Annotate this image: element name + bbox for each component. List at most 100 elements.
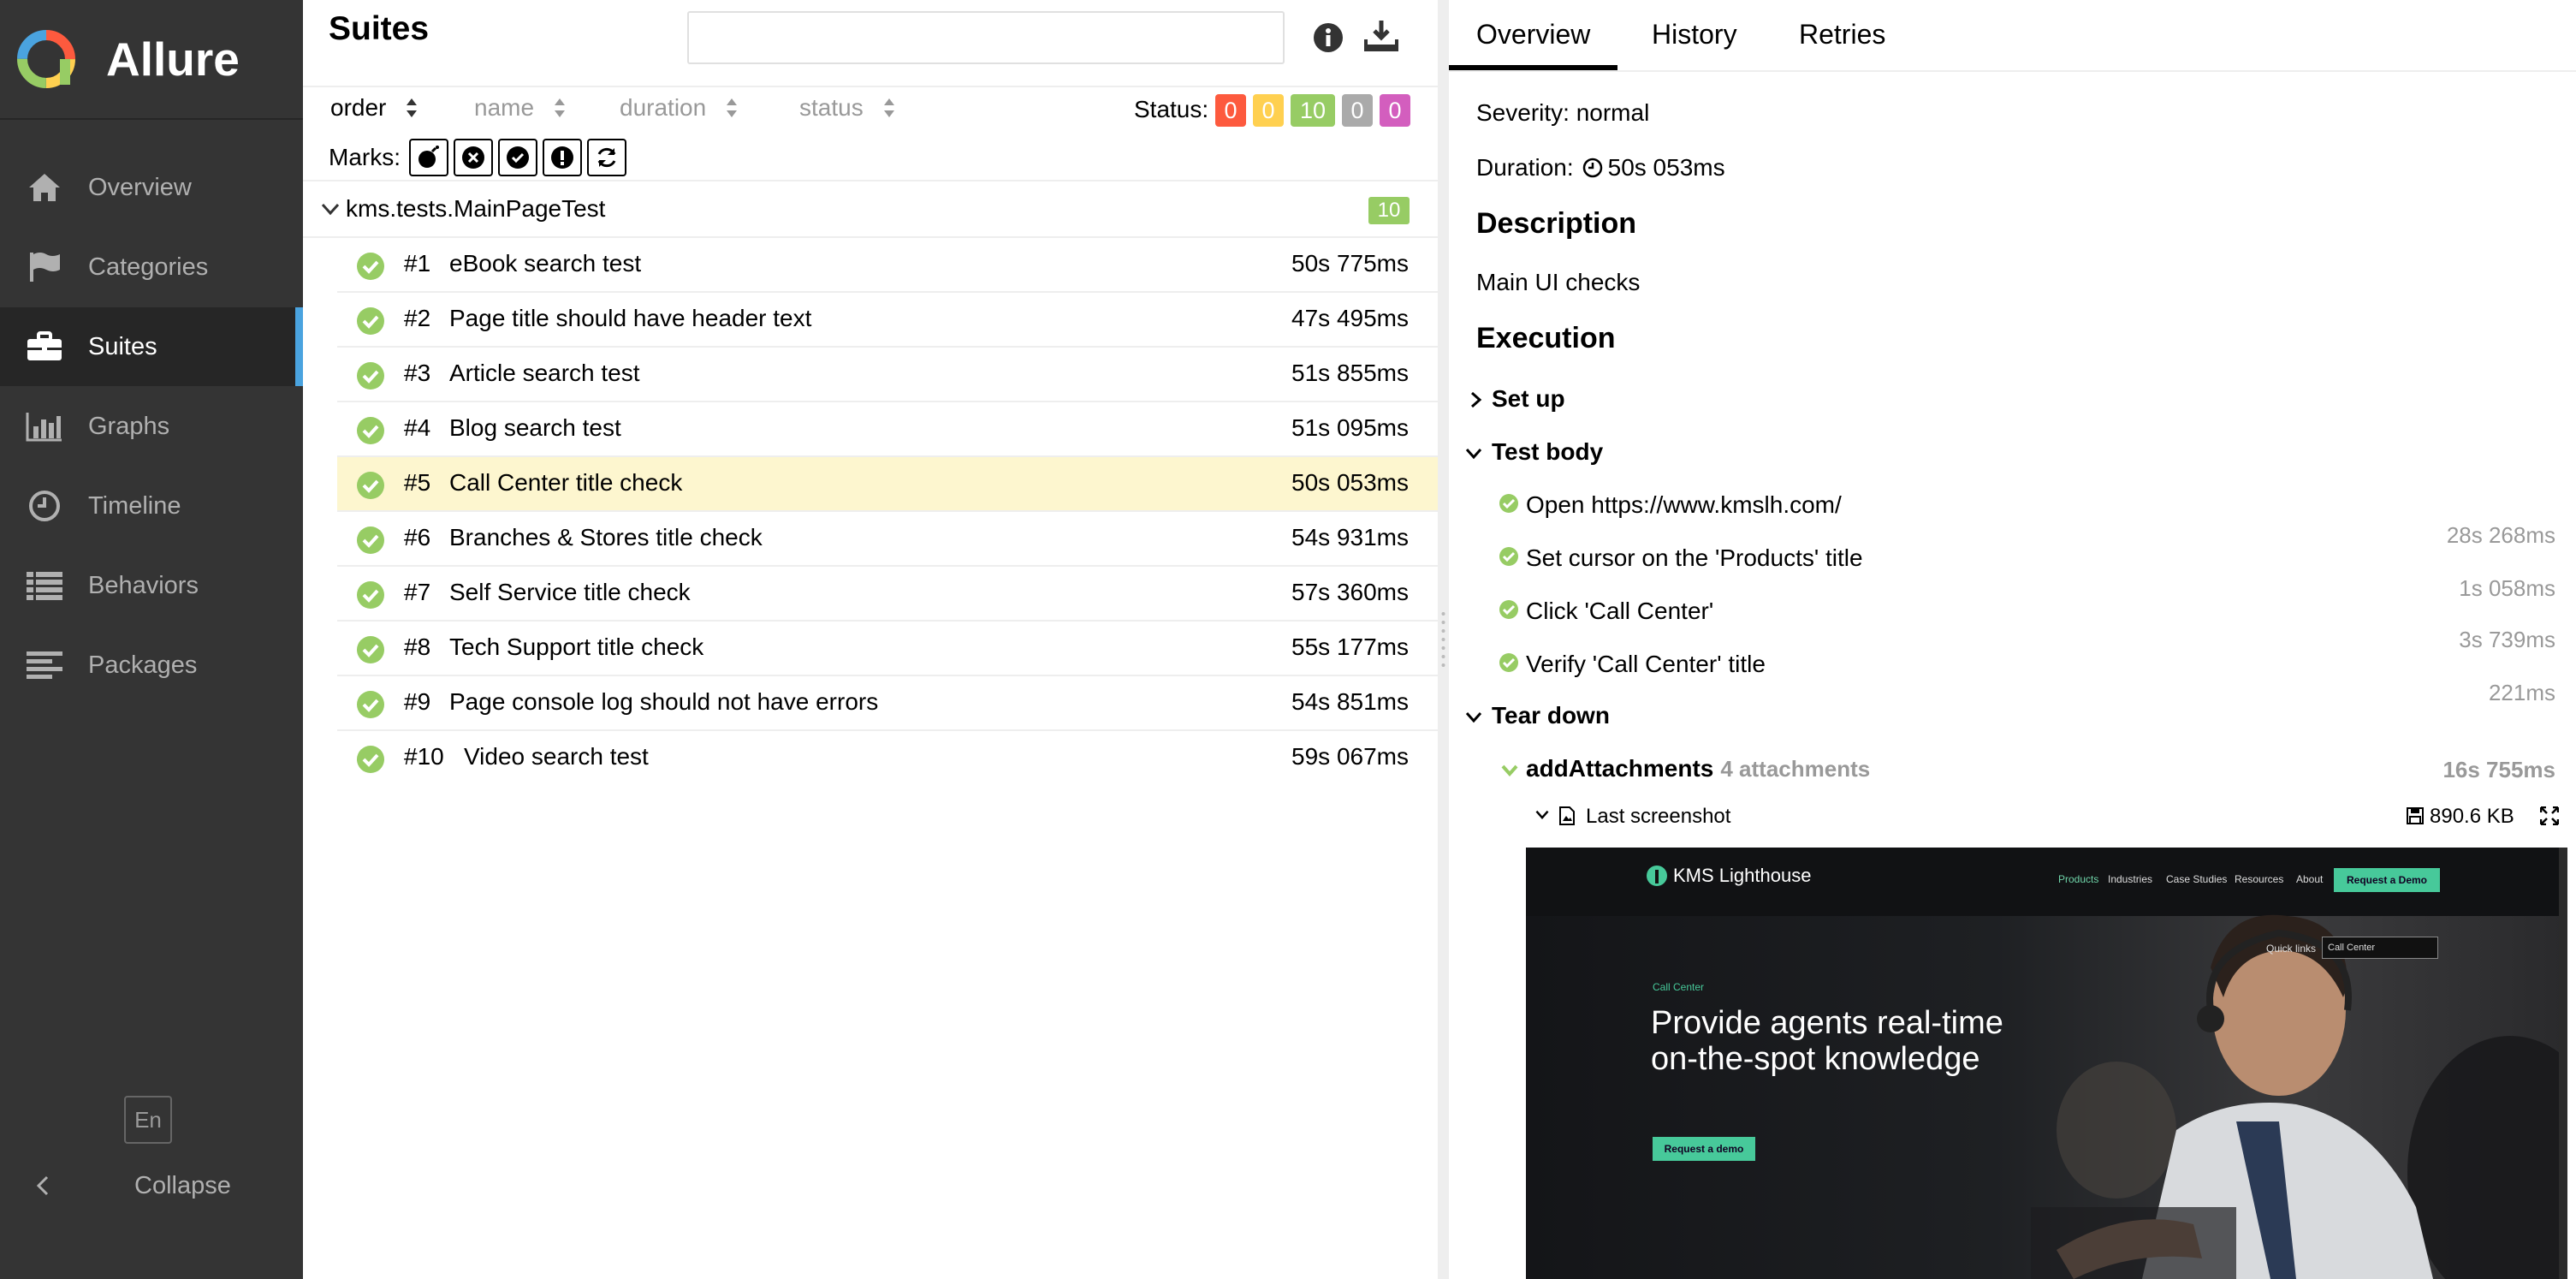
status-skipped-badge[interactable]: 0 — [1342, 94, 1373, 127]
step-duration: 1s 058ms — [2459, 575, 2555, 601]
test-duration: 54s 851ms — [1291, 688, 1409, 715]
sidebar-item-behaviors[interactable]: Behaviors — [0, 546, 303, 625]
divider — [303, 86, 1438, 87]
test-order: #5 — [404, 469, 431, 496]
sidebar-item-label: Behaviors — [88, 571, 199, 599]
test-order: #2 — [404, 305, 431, 331]
sidebar-item-categories[interactable]: Categories — [0, 228, 303, 306]
chevron-down-icon — [321, 203, 340, 216]
preview-nav-products: Products — [2058, 873, 2099, 885]
bar-chart-icon — [26, 407, 63, 445]
tab-overview[interactable]: Overview — [1476, 19, 1590, 51]
duration-label: Duration: — [1476, 154, 1574, 181]
test-order: #9 — [404, 688, 431, 715]
sort-label: order — [330, 94, 387, 121]
sort-by-order[interactable]: order — [330, 94, 418, 122]
preview-request-demo-cta: Request a demo — [1653, 1137, 1755, 1161]
sidebar-item-suites[interactable]: Suites — [0, 307, 303, 386]
drag-handle-icon — [1441, 612, 1445, 667]
test-name: Self Service title check — [449, 579, 691, 605]
test-row[interactable]: #6 Branches & Stores title check 54s 931… — [337, 512, 1438, 567]
mark-new-broken-button[interactable] — [543, 139, 582, 176]
collapse-button[interactable]: Collapse — [0, 1164, 303, 1207]
clock-icon — [26, 487, 63, 525]
preview-nav-resources: Resources — [2235, 873, 2284, 885]
brand[interactable]: Allure — [0, 0, 303, 120]
check-circle-icon — [357, 417, 384, 444]
test-row[interactable]: #1 eBook search test 50s 775ms — [337, 238, 1438, 293]
duration-row: Duration: 50s 053ms — [1476, 154, 1725, 181]
test-name: Article search test — [449, 360, 640, 386]
test-name: eBook search test — [449, 250, 642, 277]
test-order: #7 — [404, 579, 431, 605]
suite-group-row[interactable]: kms.tests.MainPageTest 10 — [303, 180, 1438, 238]
chevron-down-icon — [1465, 712, 1482, 723]
check-circle-icon — [357, 636, 384, 663]
sort-by-name[interactable]: name — [474, 94, 567, 122]
attachment-size: 890.6 KB — [2430, 805, 2514, 828]
sidebar-item-graphs[interactable]: Graphs — [0, 387, 303, 466]
attachments-step-header: addAttachments 4 attachments — [1526, 755, 1870, 782]
test-row[interactable]: #7 Self Service title check 57s 360ms — [337, 567, 1438, 622]
screenshot-preview[interactable]: KMS Lighthouse Products Industries Case … — [1526, 848, 2567, 1279]
sidebar-item-label: Categories — [88, 253, 209, 281]
list-icon — [26, 567, 63, 604]
status-passed-badge[interactable]: 10 — [1291, 94, 1335, 127]
test-duration: 50s 775ms — [1291, 250, 1409, 277]
tab-history[interactable]: History — [1652, 19, 1737, 51]
test-order: #4 — [404, 414, 431, 441]
bomb-icon — [418, 146, 439, 168]
download-icon[interactable] — [1364, 19, 1398, 53]
sort-by-duration[interactable]: duration — [620, 94, 739, 122]
mark-flaky-button[interactable] — [409, 139, 448, 176]
pane-splitter[interactable] — [1438, 0, 1449, 1279]
test-row[interactable]: #2 Page title should have header text 47… — [337, 293, 1438, 348]
test-row[interactable]: #9 Page console log should not have erro… — [337, 676, 1438, 731]
sort-icon — [883, 98, 894, 117]
sort-by-status[interactable]: status — [799, 94, 896, 122]
lighthouse-icon — [1647, 866, 1667, 886]
test-order: #6 — [404, 524, 431, 550]
page-title: Suites — [329, 10, 430, 47]
test-duration: 54s 931ms — [1291, 524, 1409, 550]
check-circle-icon — [357, 526, 384, 554]
sidebar-item-overview[interactable]: Overview — [0, 148, 303, 227]
status-broken-badge[interactable]: 0 — [1253, 94, 1284, 127]
preview-nav-industries: Industries — [2108, 873, 2153, 885]
test-duration: 50s 053ms — [1291, 469, 1409, 496]
mark-new-failed-button[interactable] — [454, 139, 493, 176]
tab-retries[interactable]: Retries — [1799, 19, 1885, 51]
expand-icon[interactable] — [2540, 806, 2559, 825]
check-circle-icon — [357, 581, 384, 609]
language-button[interactable]: En — [124, 1096, 172, 1144]
search-input[interactable] — [687, 11, 1285, 64]
chevron-left-icon — [36, 1175, 49, 1196]
info-icon[interactable] — [1313, 22, 1344, 53]
test-duration: 57s 360ms — [1291, 579, 1409, 605]
step-label: Click 'Call Center' — [1526, 598, 1714, 624]
flag-icon — [26, 248, 63, 286]
mark-retries-button[interactable] — [587, 139, 626, 176]
mark-new-passed-button[interactable] — [498, 139, 537, 176]
step-label: Open https://www.kmslh.com/ — [1526, 491, 1842, 518]
test-name: Blog search test — [449, 414, 621, 441]
test-row-selected[interactable]: #5 Call Center title check 50s 053ms — [337, 457, 1438, 512]
test-row[interactable]: #3 Article search test 51s 855ms — [337, 348, 1438, 402]
sidebar-item-timeline[interactable]: Timeline — [0, 467, 303, 545]
test-row[interactable]: #4 Blog search test 51s 095ms — [337, 402, 1438, 457]
sidebar-item-label: Suites — [88, 332, 157, 360]
step-duration: 221ms — [2488, 680, 2555, 705]
test-duration: 47s 495ms — [1291, 305, 1409, 331]
align-left-icon — [26, 646, 63, 684]
test-row[interactable]: #10 Video search test 59s 067ms — [337, 731, 1438, 786]
check-circle-icon — [357, 691, 384, 718]
status-unknown-badge[interactable]: 0 — [1380, 94, 1410, 127]
test-row[interactable]: #8 Tech Support title check 55s 177ms — [337, 622, 1438, 676]
step-label: Verify 'Call Center' title — [1526, 651, 1766, 677]
sidebar-item-packages[interactable]: Packages — [0, 626, 303, 705]
chevron-right-icon — [1471, 391, 1482, 408]
marks-label: Marks: — [329, 144, 401, 170]
status-failed-badge[interactable]: 0 — [1215, 94, 1246, 127]
scrollbar[interactable] — [2559, 848, 2567, 1279]
step-label: Set cursor on the 'Products' title — [1526, 544, 1863, 571]
